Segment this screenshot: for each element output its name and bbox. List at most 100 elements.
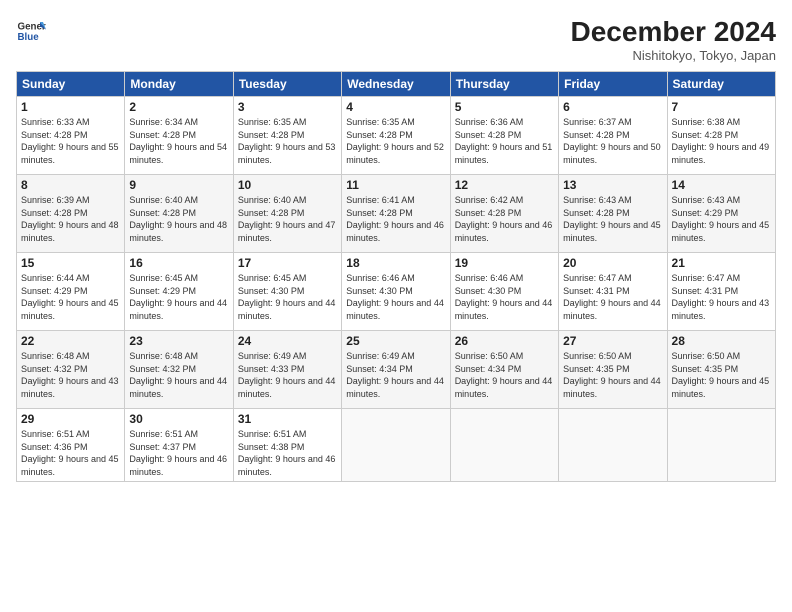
day-info: Sunrise: 6:49 AMSunset: 4:34 PMDaylight:… xyxy=(346,351,444,399)
week-row-3: 15 Sunrise: 6:44 AMSunset: 4:29 PMDayligh… xyxy=(17,253,776,331)
day-number: 7 xyxy=(672,100,771,114)
calendar-cell: 23 Sunrise: 6:48 AMSunset: 4:32 PMDayligh… xyxy=(125,331,233,409)
day-info: Sunrise: 6:50 AMSunset: 4:35 PMDaylight:… xyxy=(672,351,770,399)
day-number: 24 xyxy=(238,334,337,348)
day-number: 28 xyxy=(672,334,771,348)
calendar-cell: 25 Sunrise: 6:49 AMSunset: 4:34 PMDayligh… xyxy=(342,331,450,409)
calendar-cell: 26 Sunrise: 6:50 AMSunset: 4:34 PMDayligh… xyxy=(450,331,558,409)
day-info: Sunrise: 6:46 AMSunset: 4:30 PMDaylight:… xyxy=(346,273,444,321)
day-info: Sunrise: 6:33 AMSunset: 4:28 PMDaylight:… xyxy=(21,117,119,165)
day-info: Sunrise: 6:47 AMSunset: 4:31 PMDaylight:… xyxy=(563,273,661,321)
day-number: 22 xyxy=(21,334,120,348)
calendar-cell: 24Sunrise: 6:49 AMSunset: 4:33 PMDayligh… xyxy=(233,331,341,409)
day-info: Sunrise: 6:43 AMSunset: 4:29 PMDaylight:… xyxy=(672,195,770,243)
day-info: Sunrise: 6:51 AMSunset: 4:37 PMDaylight:… xyxy=(129,429,227,477)
logo-icon: General Blue xyxy=(16,16,46,46)
calendar-cell: 19 Sunrise: 6:46 AMSunset: 4:30 PMDayligh… xyxy=(450,253,558,331)
week-row-5: 29Sunrise: 6:51 AMSunset: 4:36 PMDayligh… xyxy=(17,409,776,482)
day-number: 3 xyxy=(238,100,337,114)
day-number: 16 xyxy=(129,256,228,270)
header: General Blue December 2024 Nishitokyo, T… xyxy=(16,16,776,63)
day-number: 1 xyxy=(21,100,120,114)
day-number: 23 xyxy=(129,334,228,348)
week-row-2: 8 Sunrise: 6:39 AMSunset: 4:28 PMDaylight… xyxy=(17,175,776,253)
calendar-cell: 14Sunrise: 6:43 AMSunset: 4:29 PMDayligh… xyxy=(667,175,775,253)
day-number: 26 xyxy=(455,334,554,348)
day-info: Sunrise: 6:43 AMSunset: 4:28 PMDaylight:… xyxy=(563,195,661,243)
day-info: Sunrise: 6:50 AMSunset: 4:34 PMDaylight:… xyxy=(455,351,553,399)
calendar-cell: 9 Sunrise: 6:40 AMSunset: 4:28 PMDaylight… xyxy=(125,175,233,253)
day-info: Sunrise: 6:35 AMSunset: 4:28 PMDaylight:… xyxy=(346,117,444,165)
day-number: 9 xyxy=(129,178,228,192)
calendar-cell: 6Sunrise: 6:37 AMSunset: 4:28 PMDaylight… xyxy=(559,97,667,175)
day-number: 8 xyxy=(21,178,120,192)
day-info: Sunrise: 6:40 AMSunset: 4:28 PMDaylight:… xyxy=(238,195,336,243)
day-info: Sunrise: 6:38 AMSunset: 4:28 PMDaylight:… xyxy=(672,117,770,165)
day-info: Sunrise: 6:42 AMSunset: 4:28 PMDaylight:… xyxy=(455,195,553,243)
weekday-header-sunday: Sunday xyxy=(17,72,125,97)
calendar-cell xyxy=(559,409,667,482)
day-number: 10 xyxy=(238,178,337,192)
weekday-header-tuesday: Tuesday xyxy=(233,72,341,97)
calendar-cell: 17 Sunrise: 6:45 AMSunset: 4:30 PMDayligh… xyxy=(233,253,341,331)
title-block: December 2024 Nishitokyo, Tokyo, Japan xyxy=(571,16,776,63)
calendar-cell: 5Sunrise: 6:36 AMSunset: 4:28 PMDaylight… xyxy=(450,97,558,175)
calendar-cell: 10 Sunrise: 6:40 AMSunset: 4:28 PMDayligh… xyxy=(233,175,341,253)
day-info: Sunrise: 6:44 AMSunset: 4:29 PMDaylight:… xyxy=(21,273,119,321)
calendar-cell: 12 Sunrise: 6:42 AMSunset: 4:28 PMDayligh… xyxy=(450,175,558,253)
calendar-table: SundayMondayTuesdayWednesdayThursdayFrid… xyxy=(16,71,776,482)
calendar-cell: 30 Sunrise: 6:51 AMSunset: 4:37 PMDayligh… xyxy=(125,409,233,482)
location: Nishitokyo, Tokyo, Japan xyxy=(571,48,776,63)
calendar-cell xyxy=(667,409,775,482)
calendar-cell xyxy=(342,409,450,482)
day-info: Sunrise: 6:51 AMSunset: 4:38 PMDaylight:… xyxy=(238,429,336,477)
day-number: 17 xyxy=(238,256,337,270)
calendar-cell: 20 Sunrise: 6:47 AMSunset: 4:31 PMDayligh… xyxy=(559,253,667,331)
day-info: Sunrise: 6:41 AMSunset: 4:28 PMDaylight:… xyxy=(346,195,444,243)
month-title: December 2024 xyxy=(571,16,776,48)
logo: General Blue xyxy=(16,16,50,46)
day-number: 20 xyxy=(563,256,662,270)
calendar-cell: 7 Sunrise: 6:38 AMSunset: 4:28 PMDaylight… xyxy=(667,97,775,175)
weekday-header-saturday: Saturday xyxy=(667,72,775,97)
weekday-header-thursday: Thursday xyxy=(450,72,558,97)
day-info: Sunrise: 6:48 AMSunset: 4:32 PMDaylight:… xyxy=(129,351,227,399)
day-number: 25 xyxy=(346,334,445,348)
day-info: Sunrise: 6:45 AMSunset: 4:30 PMDaylight:… xyxy=(238,273,336,321)
calendar-cell xyxy=(450,409,558,482)
day-info: Sunrise: 6:34 AMSunset: 4:28 PMDaylight:… xyxy=(129,117,227,165)
calendar-cell: 4 Sunrise: 6:35 AMSunset: 4:28 PMDaylight… xyxy=(342,97,450,175)
day-number: 12 xyxy=(455,178,554,192)
day-number: 11 xyxy=(346,178,445,192)
day-number: 31 xyxy=(238,412,337,426)
day-info: Sunrise: 6:51 AMSunset: 4:36 PMDaylight:… xyxy=(21,429,119,477)
day-info: Sunrise: 6:45 AMSunset: 4:29 PMDaylight:… xyxy=(129,273,227,321)
page-container: General Blue December 2024 Nishitokyo, T… xyxy=(0,0,792,612)
day-info: Sunrise: 6:39 AMSunset: 4:28 PMDaylight:… xyxy=(21,195,119,243)
day-number: 19 xyxy=(455,256,554,270)
calendar-cell: 8 Sunrise: 6:39 AMSunset: 4:28 PMDaylight… xyxy=(17,175,125,253)
day-number: 6 xyxy=(563,100,662,114)
day-number: 21 xyxy=(672,256,771,270)
calendar-cell: 1 Sunrise: 6:33 AMSunset: 4:28 PMDaylight… xyxy=(17,97,125,175)
day-number: 13 xyxy=(563,178,662,192)
day-number: 30 xyxy=(129,412,228,426)
day-number: 18 xyxy=(346,256,445,270)
day-info: Sunrise: 6:40 AMSunset: 4:28 PMDaylight:… xyxy=(129,195,227,243)
day-info: Sunrise: 6:36 AMSunset: 4:28 PMDaylight:… xyxy=(455,117,553,165)
day-number: 4 xyxy=(346,100,445,114)
weekday-header-monday: Monday xyxy=(125,72,233,97)
day-info: Sunrise: 6:48 AMSunset: 4:32 PMDaylight:… xyxy=(21,351,119,399)
day-info: Sunrise: 6:35 AMSunset: 4:28 PMDaylight:… xyxy=(238,117,336,165)
calendar-cell: 27Sunrise: 6:50 AMSunset: 4:35 PMDayligh… xyxy=(559,331,667,409)
calendar-cell: 3 Sunrise: 6:35 AMSunset: 4:28 PMDaylight… xyxy=(233,97,341,175)
calendar-cell: 31 Sunrise: 6:51 AMSunset: 4:38 PMDayligh… xyxy=(233,409,341,482)
weekday-header-friday: Friday xyxy=(559,72,667,97)
day-info: Sunrise: 6:46 AMSunset: 4:30 PMDaylight:… xyxy=(455,273,553,321)
svg-text:Blue: Blue xyxy=(18,32,40,43)
calendar-cell: 21Sunrise: 6:47 AMSunset: 4:31 PMDayligh… xyxy=(667,253,775,331)
calendar-cell: 2 Sunrise: 6:34 AMSunset: 4:28 PMDaylight… xyxy=(125,97,233,175)
calendar-cell: 13 Sunrise: 6:43 AMSunset: 4:28 PMDayligh… xyxy=(559,175,667,253)
day-number: 2 xyxy=(129,100,228,114)
day-number: 15 xyxy=(21,256,120,270)
